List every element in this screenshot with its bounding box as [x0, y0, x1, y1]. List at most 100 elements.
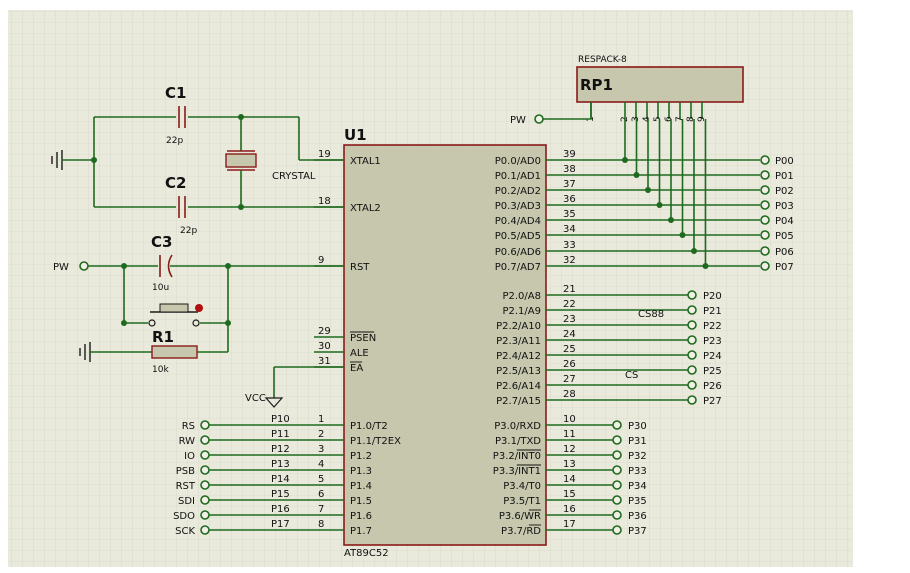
pin-number-25: 25 — [563, 344, 576, 355]
terminal-p21[interactable] — [687, 305, 697, 315]
pin-number-38: 38 — [563, 164, 576, 175]
pin-name-30: ALE — [350, 348, 369, 359]
terminal-p22[interactable] — [687, 320, 697, 330]
pin-name-21: P2.0/A8 — [502, 291, 541, 302]
terminal-p32[interactable] — [612, 450, 622, 460]
pin-number-7: 7 — [318, 504, 324, 515]
terminal-label-p34: P34 — [628, 481, 647, 492]
terminal-rw[interactable] — [200, 435, 210, 445]
pin-name-32: P0.7/AD7 — [495, 262, 541, 273]
pin-name-2: P1.1/T2EX — [350, 436, 401, 447]
terminal-label-sck: SCK — [175, 526, 195, 537]
pin-number-13: 13 — [563, 459, 576, 470]
terminal-p00[interactable] — [760, 155, 770, 165]
pin-name-12: P3.2/INT0 — [493, 451, 541, 462]
pin-number-31: 31 — [318, 356, 331, 367]
port0-junction-1 — [633, 172, 640, 178]
pin-number-29: 29 — [318, 326, 331, 337]
pin-name-9: RST — [350, 262, 370, 273]
terminal-p36[interactable] — [612, 510, 622, 520]
terminal-p27[interactable] — [687, 395, 697, 405]
terminal-rs[interactable] — [200, 420, 210, 430]
pin-name-13: P3.3/INT1 — [493, 466, 541, 477]
net-label-p14: P14 — [271, 474, 290, 485]
terminal-label-p06: P06 — [775, 247, 794, 258]
terminal-p33[interactable] — [612, 465, 622, 475]
terminal-label-io: IO — [184, 451, 195, 462]
terminal-p05[interactable] — [760, 230, 770, 240]
net-label-cs: CS — [625, 370, 638, 381]
terminal-p35[interactable] — [612, 495, 622, 505]
terminal-p31[interactable] — [612, 435, 622, 445]
terminal-sdi[interactable] — [200, 495, 210, 505]
terminal-sdo[interactable] — [200, 510, 210, 520]
pin-number-30: 30 — [318, 341, 331, 352]
terminal-psb[interactable] — [200, 465, 210, 475]
terminal-label-p26: P26 — [703, 381, 722, 392]
terminal-p23[interactable] — [687, 335, 697, 345]
net-label-p17: P17 — [271, 519, 290, 530]
terminal-p03[interactable] — [760, 200, 770, 210]
terminal-p25[interactable] — [687, 365, 697, 375]
net-label-p13: P13 — [271, 459, 290, 470]
pin-number-23: 23 — [563, 314, 576, 325]
terminal-p24[interactable] — [687, 350, 697, 360]
pin-name-8: P1.7 — [350, 526, 372, 537]
pin-number-27: 27 — [563, 374, 576, 385]
port0-junction-4 — [668, 217, 674, 223]
crystal-body — [225, 153, 257, 168]
respack-pin-number-4: 4 — [642, 116, 652, 122]
terminal-io[interactable] — [200, 450, 210, 460]
terminal-rst[interactable] — [200, 480, 210, 490]
terminal-label-p21: P21 — [703, 306, 722, 317]
button-cap — [159, 303, 189, 313]
c2-name: C2 — [165, 174, 186, 192]
terminal-p06[interactable] — [760, 246, 770, 256]
pin-number-2: 2 — [318, 429, 324, 440]
terminal-p34[interactable] — [612, 480, 622, 490]
terminal-label-p37: P37 — [628, 526, 647, 537]
port0-junction-0 — [622, 157, 628, 163]
pw-rst-terminal-circle — [79, 261, 89, 271]
pin-number-24: 24 — [563, 329, 576, 340]
net-label-p15: P15 — [271, 489, 290, 500]
terminal-p02[interactable] — [760, 185, 770, 195]
respack-pin-number-5: 5 — [653, 116, 663, 122]
button-indicator — [195, 304, 203, 312]
pin-number-10: 10 — [563, 414, 576, 425]
pin-name-5: P1.4 — [350, 481, 372, 492]
terminal-label-p33: P33 — [628, 466, 647, 477]
terminal-p20[interactable] — [687, 290, 697, 300]
terminal-label-p22: P22 — [703, 321, 722, 332]
pin-name-39: P0.0/AD0 — [495, 156, 541, 167]
respack-pin-number-7: 7 — [675, 116, 685, 122]
r1-name: R1 — [152, 328, 174, 346]
crystal-value: CRYSTAL — [272, 171, 316, 182]
respack-pin-number-6: 6 — [664, 116, 674, 122]
pin-name-37: P0.2/AD2 — [495, 186, 541, 197]
c2-value: 22p — [180, 226, 197, 236]
terminal-label-psb: PSB — [176, 466, 195, 477]
pw-rst-label: PW — [53, 262, 69, 273]
pin-number-6: 6 — [318, 489, 324, 500]
pin-name-31: EA — [350, 363, 363, 374]
pw-rp-terminal-circle — [534, 114, 544, 124]
terminal-sck[interactable] — [200, 525, 210, 535]
pin-name-3: P1.2 — [350, 451, 372, 462]
pin-name-15: P3.5/T1 — [503, 496, 541, 507]
pin-name-35: P0.4/AD4 — [495, 216, 541, 227]
r1-value: 10k — [152, 365, 169, 375]
terminal-p26[interactable] — [687, 380, 697, 390]
terminal-label-p05: P05 — [775, 231, 794, 242]
terminal-p01[interactable] — [760, 170, 770, 180]
pin-name-22: P2.1/A9 — [502, 306, 541, 317]
terminal-p37[interactable] — [612, 525, 622, 535]
pin-number-11: 11 — [563, 429, 576, 440]
terminal-label-p30: P30 — [628, 421, 647, 432]
pin-number-34: 34 — [563, 224, 576, 235]
pin-name-16: P3.6/WR — [499, 511, 541, 522]
terminal-p07[interactable] — [760, 261, 770, 271]
terminal-p04[interactable] — [760, 215, 770, 225]
terminal-label-rw: RW — [179, 436, 196, 447]
terminal-p30[interactable] — [612, 420, 622, 430]
